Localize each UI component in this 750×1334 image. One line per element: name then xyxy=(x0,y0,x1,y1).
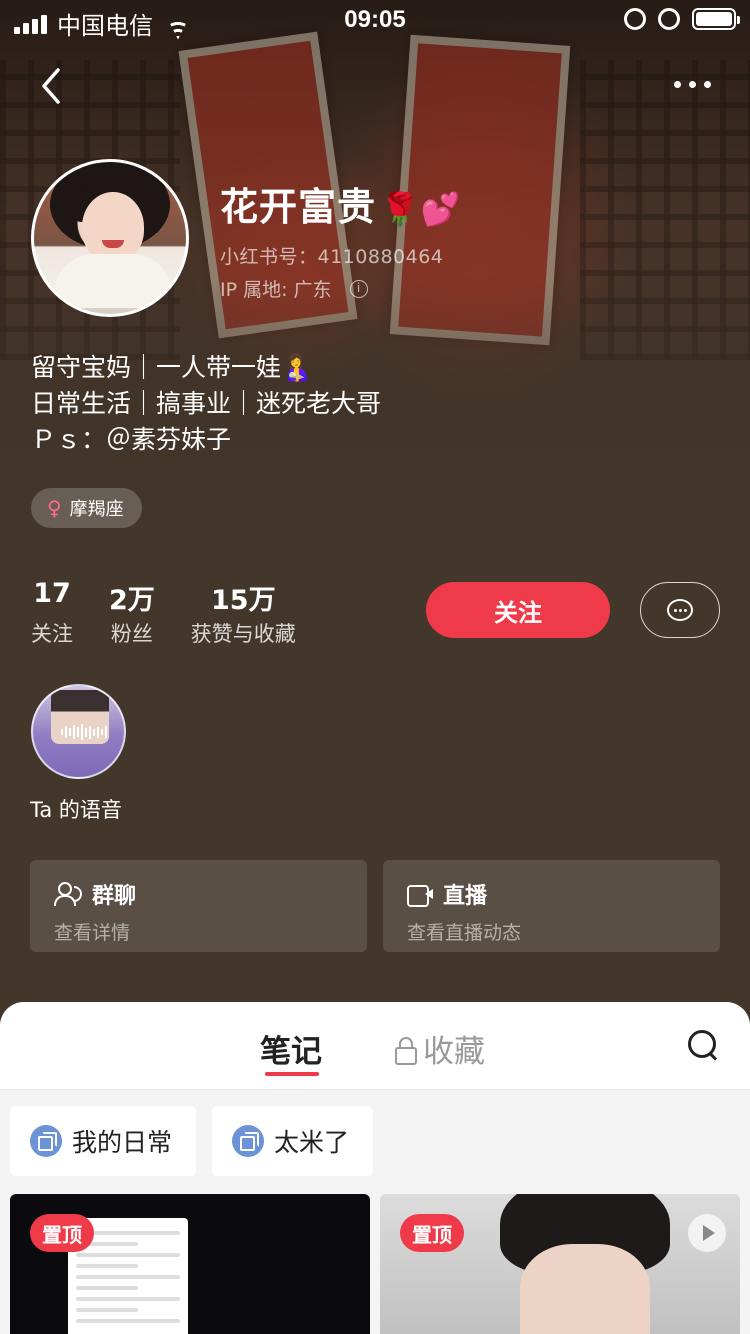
pinned-badge: 置顶 xyxy=(400,1214,464,1252)
rotation-lock-icon xyxy=(624,8,646,30)
note-card[interactable]: 置顶 xyxy=(380,1194,740,1334)
search-icon[interactable] xyxy=(688,1030,720,1062)
avatar[interactable] xyxy=(31,159,189,317)
stat-number: 15万 xyxy=(211,585,276,616)
info-icon[interactable]: i xyxy=(349,279,368,298)
back-button[interactable] xyxy=(36,66,76,106)
play-icon[interactable] xyxy=(688,1214,726,1252)
album-icon xyxy=(232,1125,265,1157)
group-chat-card[interactable]: 群聊 查看详情 xyxy=(30,860,367,952)
live-card[interactable]: 直播 查看直播动态 xyxy=(383,860,720,952)
stat-label: 获赞与收藏 xyxy=(190,622,296,646)
more-dot-icon xyxy=(674,80,681,88)
more-options-button[interactable] xyxy=(674,72,714,96)
audio-wave-icon xyxy=(61,724,107,740)
album-item[interactable]: 我的日常 xyxy=(10,1106,197,1176)
content-tabs: 笔记 收藏 xyxy=(0,1002,750,1090)
album-item[interactable]: 太米了 xyxy=(212,1106,374,1176)
profile-name-text: 花开富贵 xyxy=(220,185,377,229)
album-label: 我的日常 xyxy=(72,1128,173,1157)
notes-grid: 置顶 置顶 xyxy=(10,1194,740,1334)
note-cover-thumbnail xyxy=(500,1194,670,1334)
status-bar: 中国电信 09:05 xyxy=(0,0,750,40)
voice-avatar[interactable] xyxy=(31,684,126,779)
pinned-badge: 置顶 xyxy=(30,1214,94,1252)
ip-location[interactable]: IP 属地: 广东 i xyxy=(220,275,368,302)
bio-line: 留守宝妈｜一人带一娃🤱 xyxy=(31,353,313,382)
follow-button[interactable]: 关注 xyxy=(426,582,610,638)
chat-bubble-icon xyxy=(667,599,693,621)
red-id[interactable]: 小红书号：4110880464 xyxy=(220,242,443,269)
profile-stats: 17 关注 2万 粉丝 15万 获赞与收藏 xyxy=(31,578,332,648)
group-chat-subtitle: 查看详情 xyxy=(54,922,131,944)
tab-active-indicator xyxy=(265,1072,319,1076)
alarm-icon xyxy=(658,8,680,30)
tab-collect-label: 收藏 xyxy=(423,1034,485,1070)
note-card[interactable]: 置顶 xyxy=(10,1194,370,1334)
more-dot-icon xyxy=(704,80,711,88)
chevron-left-icon xyxy=(42,68,60,104)
zodiac-tag-label: 摩羯座 xyxy=(69,499,124,520)
profile-name: 花开富贵 🌹💕 xyxy=(220,176,462,231)
group-chat-title: 群聊 xyxy=(92,884,137,909)
bio-line: 日常生活｜搞事业｜迷死老大哥 xyxy=(31,389,382,418)
ip-location-text: IP 属地: 广东 xyxy=(220,279,332,301)
album-list: 我的日常 太米了 xyxy=(10,1106,374,1176)
profile-name-emoji: 🌹💕 xyxy=(380,190,462,228)
video-camera-icon xyxy=(407,883,433,907)
stat-followers[interactable]: 2万 粉丝 xyxy=(109,578,155,648)
stat-following[interactable]: 17 关注 xyxy=(31,578,73,648)
zodiac-tag: ♀ 摩羯座 xyxy=(31,488,142,528)
content-sheet: 笔记 收藏 我的日常 太米了 置顶 置顶 xyxy=(0,1002,750,1334)
status-right-icons xyxy=(624,8,740,30)
message-button[interactable] xyxy=(640,582,720,638)
profile-bio: 留守宝妈｜一人带一娃🤱 日常生活｜搞事业｜迷死老大哥 Ｐｓ：＠素芬妹子 xyxy=(31,350,381,458)
tab-notes[interactable]: 笔记 xyxy=(260,1026,322,1071)
voice-label: Ta 的语音 xyxy=(30,798,122,822)
more-dot-icon xyxy=(689,80,696,88)
live-title: 直播 xyxy=(443,884,488,909)
stat-likes-collects[interactable]: 15万 获赞与收藏 xyxy=(191,578,296,648)
stat-label: 关注 xyxy=(31,622,73,646)
female-icon: ♀ xyxy=(47,496,62,520)
stat-label: 粉丝 xyxy=(110,622,153,646)
battery-icon xyxy=(692,8,740,30)
group-users-icon xyxy=(54,882,82,906)
album-label: 太米了 xyxy=(274,1128,350,1157)
lock-icon xyxy=(395,1036,417,1065)
tab-collect[interactable]: 收藏 xyxy=(395,1026,485,1071)
live-subtitle: 查看直播动态 xyxy=(407,922,522,944)
album-icon xyxy=(30,1125,62,1157)
stat-number: 2万 xyxy=(109,585,155,616)
stat-number: 17 xyxy=(33,578,71,609)
bio-line: Ｐｓ：＠素芬妹子 xyxy=(31,425,232,454)
